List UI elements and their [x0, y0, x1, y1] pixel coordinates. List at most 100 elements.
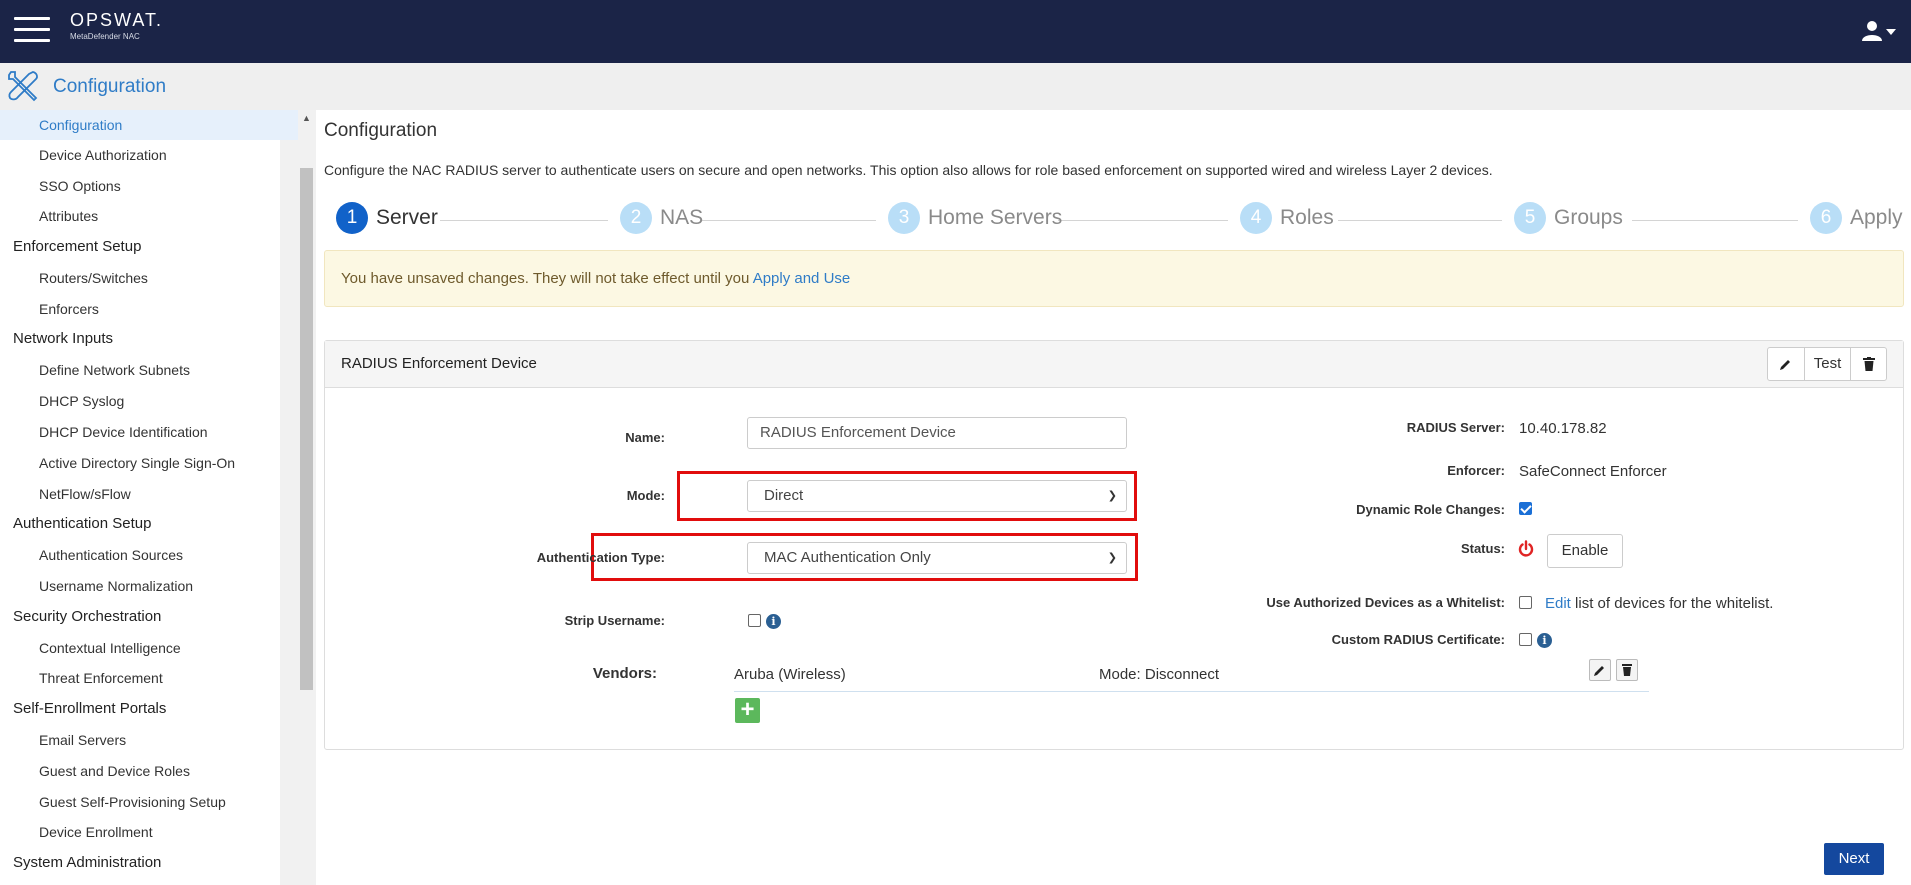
step-number: 1: [336, 202, 368, 234]
sidebar-section-authentication-setup: Authentication Setup: [13, 515, 152, 532]
sidebar-section-system-administration: System Administration: [13, 854, 162, 871]
vendor-row-divider: [734, 691, 1649, 692]
apply-and-use-link[interactable]: Apply and Use: [753, 270, 851, 287]
sidebar-item-define-network-subnets[interactable]: Define Network Subnets: [0, 355, 298, 385]
mode-select-value: Direct: [764, 487, 804, 504]
whitelist-label: Use Authorized Devices as a Whitelist:: [1266, 595, 1505, 610]
edit-button[interactable]: [1768, 348, 1804, 380]
step-connector-line: [440, 220, 608, 221]
pencil-icon: [1780, 360, 1790, 370]
step-label: Roles: [1280, 206, 1334, 229]
name-input[interactable]: RADIUS Enforcement Device: [747, 417, 1127, 449]
radius-server-label: RADIUS Server:: [1406, 420, 1505, 435]
step-number: 2: [620, 202, 652, 234]
delete-button[interactable]: [1850, 348, 1886, 380]
sidebar-item-active-directory-single-sign-on[interactable]: Active Directory Single Sign-On: [0, 448, 298, 478]
radius-server-value: 10.40.178.82: [1519, 420, 1607, 437]
sidebar-item-dhcp-syslog[interactable]: DHCP Syslog: [0, 386, 298, 416]
step-connector-line: [702, 220, 876, 221]
step-connector-line: [1058, 220, 1228, 221]
alert-text: You have unsaved changes. They will not …: [341, 270, 750, 287]
sidebar-nav: Configuration Device Authorization SSO Opt…: [0, 110, 298, 885]
top-navbar: OPSWAT. MetaDefender NAC: [0, 0, 1911, 63]
step-number: 5: [1514, 202, 1546, 234]
enforcer-value: SafeConnect Enforcer: [1519, 463, 1667, 480]
vendor-mode: Mode: Disconnect: [1099, 666, 1220, 683]
user-menu-button[interactable]: [1861, 20, 1901, 42]
step-connector-line: [1338, 220, 1502, 221]
sidebar-item-threat-enforcement[interactable]: Threat Enforcement: [0, 663, 298, 693]
auth-type-select[interactable]: MAC Authentication Only ❯: [747, 542, 1127, 574]
panel-title: RADIUS Enforcement Device: [341, 355, 537, 372]
mode-select[interactable]: Direct ❯: [747, 480, 1127, 512]
info-icon[interactable]: i: [1537, 633, 1552, 648]
enable-button[interactable]: Enable: [1547, 534, 1623, 568]
plus-icon: +: [740, 696, 755, 723]
strip-username-checkbox[interactable]: [748, 614, 761, 627]
whitelist-edit-link[interactable]: Edit: [1545, 595, 1571, 612]
wizard-step-home-servers[interactable]: 3 Home Servers: [888, 198, 1062, 238]
custom-cert-checkbox[interactable]: [1519, 633, 1532, 646]
hamburger-menu-icon[interactable]: [14, 17, 50, 43]
strip-username-label: Strip Username:: [564, 613, 665, 628]
wizard-step-nas[interactable]: 2 NAS: [620, 198, 703, 238]
dynamic-role-label: Dynamic Role Changes:: [1356, 502, 1505, 517]
status-label: Status:: [1460, 541, 1505, 556]
sidebar-item-enforcers[interactable]: Enforcers: [0, 294, 298, 324]
sidebar-item-email-servers[interactable]: Email Servers: [0, 725, 298, 755]
step-label: Apply: [1850, 206, 1903, 229]
caret-down-icon: [1886, 29, 1896, 35]
step-label: Server: [376, 206, 438, 229]
main-content: Configuration Configure the NAC RADIUS s…: [316, 110, 1911, 885]
vendors-label: Vendors:: [592, 665, 657, 682]
radius-device-panel: RADIUS Enforcement Device Test Name: RAD: [324, 340, 1904, 750]
wizard-step-apply[interactable]: 6 Apply: [1810, 198, 1903, 238]
section-title: Configuration: [53, 76, 167, 97]
step-label: NAS: [660, 206, 704, 229]
auth-type-label: Authentication Type:: [536, 550, 665, 565]
whitelist-checkbox[interactable]: [1519, 596, 1532, 609]
sidebar-item-device-enrollment[interactable]: Device Enrollment: [0, 817, 298, 847]
sidebar-item-username-normalization[interactable]: Username Normalization: [0, 571, 298, 601]
vendor-delete-button[interactable]: [1616, 659, 1638, 681]
step-label: Groups: [1554, 206, 1623, 229]
sidebar-item-guest-self-provisioning-setup[interactable]: Guest Self-Provisioning Setup: [0, 787, 298, 817]
next-button[interactable]: Next: [1824, 843, 1884, 875]
product-name: MetaDefender NAC: [70, 32, 140, 41]
custom-cert-label: Custom RADIUS Certificate:: [1331, 632, 1505, 647]
sidebar-item-attributes[interactable]: Attributes: [0, 201, 298, 231]
sidebar-scrollbar-thumb[interactable]: [300, 168, 313, 690]
sidebar-item-authentication-sources[interactable]: Authentication Sources: [0, 540, 298, 570]
sidebar-item-sso-options[interactable]: SSO Options: [0, 171, 298, 201]
sidebar-item-device-authorization[interactable]: Device Authorization: [0, 140, 298, 170]
sidebar-item-dhcp-device-identification[interactable]: DHCP Device Identification: [0, 417, 298, 447]
wizard-step-groups[interactable]: 5 Groups: [1514, 198, 1623, 238]
enforcer-label: Enforcer:: [1447, 463, 1505, 478]
step-number: 3: [888, 202, 920, 234]
test-button[interactable]: Test: [1804, 348, 1850, 380]
scroll-up-arrow-icon[interactable]: ▲: [302, 113, 311, 123]
tools-icon: [8, 71, 38, 102]
sidebar-item-routers-switches[interactable]: Routers/Switches: [0, 263, 298, 293]
add-vendor-button[interactable]: +: [735, 698, 760, 723]
sidebar-item-guest-and-device-roles[interactable]: Guest and Device Roles: [0, 756, 298, 786]
step-number: 6: [1810, 202, 1842, 234]
panel-actions: Test: [1767, 347, 1887, 381]
sidebar-section-security-orchestration: Security Orchestration: [13, 608, 162, 625]
sidebar-section-self-enrollment-portals: Self-Enrollment Portals: [13, 700, 167, 717]
pencil-icon: [1594, 666, 1604, 676]
wizard-step-server[interactable]: 1 Server: [336, 198, 438, 238]
user-icon: [1862, 21, 1896, 41]
step-number: 4: [1240, 202, 1272, 234]
unsaved-changes-alert: You have unsaved changes. They will not …: [324, 250, 1904, 307]
sidebar-item-contextual-intelligence[interactable]: Contextual Intelligence: [0, 633, 298, 663]
dynamic-role-checkbox[interactable]: [1519, 502, 1532, 515]
brand-logo: OPSWAT. MetaDefender NAC: [70, 10, 163, 41]
sidebar-item-netflow-sflow[interactable]: NetFlow/sFlow: [0, 479, 298, 509]
whitelist-text: list of devices for the whitelist.: [1575, 595, 1774, 612]
info-icon[interactable]: i: [766, 614, 781, 629]
wizard-step-roles[interactable]: 4 Roles: [1240, 198, 1334, 238]
vendor-edit-button[interactable]: [1589, 659, 1611, 681]
sidebar-item-configuration[interactable]: Configuration: [0, 110, 298, 140]
panel-header: RADIUS Enforcement Device Test: [325, 341, 1903, 388]
